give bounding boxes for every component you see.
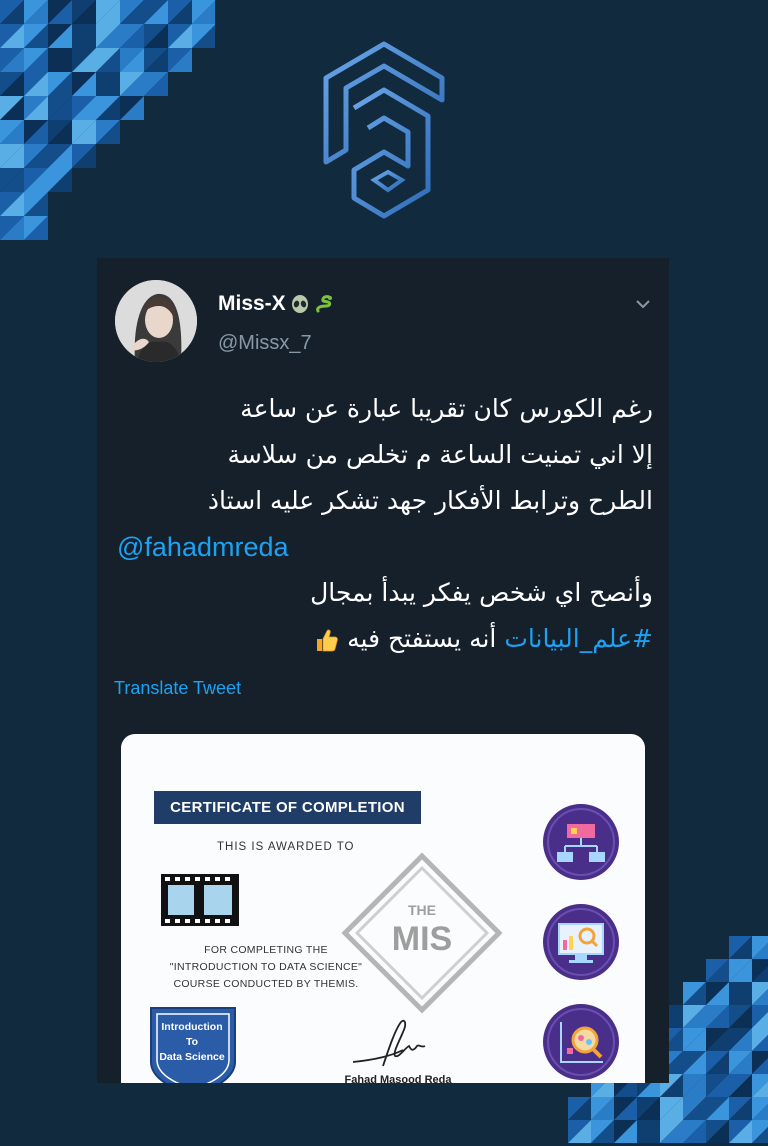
avatar-photo bbox=[115, 280, 197, 362]
tweet-text-last-line: #علم_البيانات أنه يستفتح فيه bbox=[117, 616, 653, 662]
avatar[interactable] bbox=[115, 280, 197, 362]
tweet-text-tail: أنه يستفتح فيه bbox=[347, 624, 497, 653]
author-name[interactable]: Miss-X bbox=[218, 292, 286, 316]
tweet-text-line: الطرح وترابط الأفكار جهد تشكر عليه استاذ bbox=[207, 486, 653, 515]
fa-brand-logo bbox=[323, 41, 445, 219]
hashtag-link[interactable]: #علم_البيانات bbox=[504, 624, 653, 653]
badge-text: Introduction To Data Science bbox=[153, 1020, 231, 1065]
certificate-title: CERTIFICATE OF COMPLETION bbox=[154, 791, 421, 824]
monitor-analytics-icon bbox=[543, 904, 619, 980]
tweet-text-line: إلا اني تمنيت الساعة م تخلص من سلاسة bbox=[227, 440, 653, 469]
tweet-text: رغم الكورس كان تقريبا عبارة عن ساعة إلا … bbox=[117, 386, 653, 662]
signer-name: Fahad Masood Reda bbox=[344, 1074, 452, 1083]
tweet-card: Miss-X @Missx_7 رغم الكورس كان تقريبا عب… bbox=[97, 258, 669, 1083]
badge-line: To bbox=[185, 1036, 199, 1048]
flowchart-icon bbox=[543, 804, 619, 880]
alien-emoji-icon bbox=[291, 295, 308, 313]
snake-emoji-icon bbox=[315, 295, 332, 313]
mis-logo-main: MIS bbox=[391, 920, 453, 958]
tweet-text-line: رغم الكورس كان تقريبا عبارة عن ساعة bbox=[240, 394, 653, 423]
certificate-image[interactable]: CERTIFICATE OF COMPLETION THIS IS AWARDE… bbox=[121, 734, 645, 1083]
mention-link[interactable]: @fahadmreda bbox=[117, 524, 653, 570]
translate-tweet-link[interactable]: Translate Tweet bbox=[114, 678, 241, 699]
mis-logo-the: THE bbox=[408, 902, 436, 918]
chevron-down-icon[interactable] bbox=[633, 294, 653, 314]
magnify-chart-icon bbox=[543, 1004, 619, 1080]
thumbs-up-emoji-icon bbox=[317, 629, 338, 652]
tweet-text-line: وأنصح اي شخص يفكر يبدأ بمجال bbox=[310, 578, 653, 607]
triangle-pattern-top-left bbox=[0, 0, 215, 240]
author-row: Miss-X bbox=[218, 292, 334, 316]
badge-line: Data Science bbox=[159, 1051, 225, 1063]
film-strip-icon bbox=[161, 874, 239, 926]
author-handle[interactable]: @Missx_7 bbox=[218, 332, 312, 355]
badge-line: Introduction bbox=[161, 1021, 223, 1033]
signature bbox=[352, 1019, 426, 1067]
